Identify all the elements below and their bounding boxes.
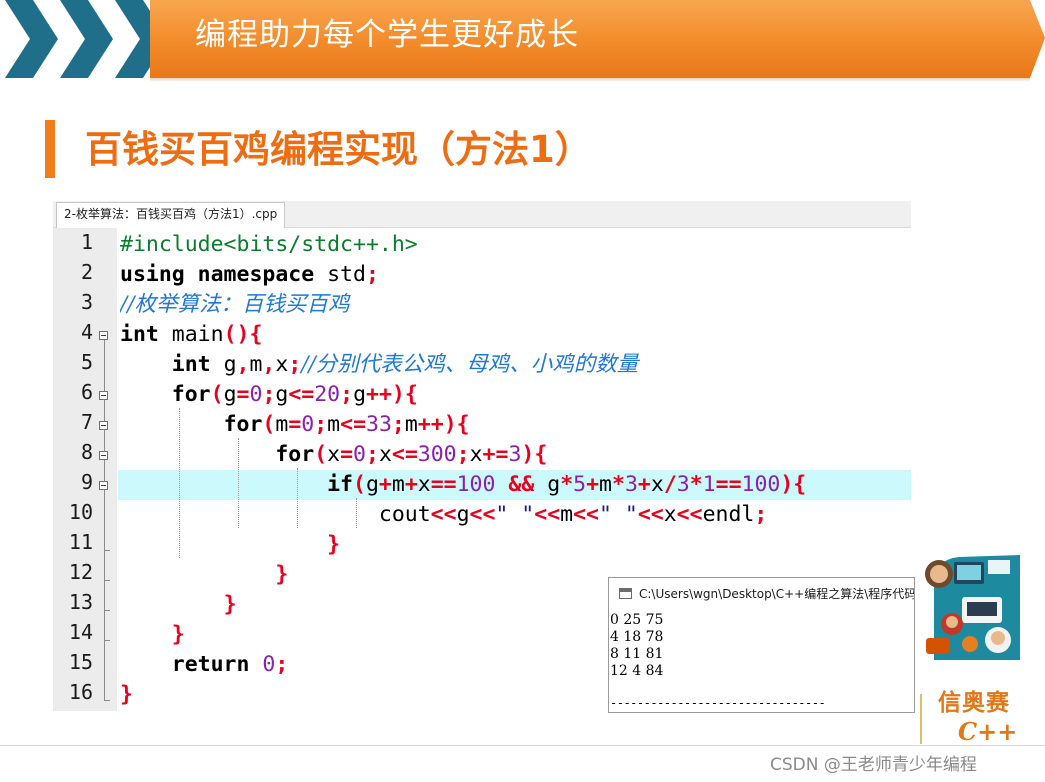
code-line-3: //枚举算法：百钱买百鸡 [120, 292, 350, 317]
code-line-15: return 0; [171, 652, 289, 677]
fold-end-marker [104, 550, 110, 551]
line-number: 9 [80, 470, 93, 494]
console-title: C:\Users\wgn\Desktop\C++编程之算法\程序代码 [639, 587, 914, 601]
fold-toggle-icon[interactable] [99, 421, 108, 430]
code-line-14: } [171, 622, 185, 647]
line-number: 12 [68, 560, 93, 584]
fold-end-marker [104, 640, 110, 641]
line-number: 5 [80, 350, 93, 374]
console-output: 0 25 75 4 18 78 8 11 81 12 4 84 [609, 612, 914, 680]
footer-divider [0, 745, 1045, 746]
header-banner-shadow [150, 78, 1030, 82]
fold-toggle-icon[interactable] [99, 451, 108, 460]
logo-divider [920, 694, 922, 744]
fold-end-marker [104, 700, 110, 701]
logo-cpp-text: C++ [958, 717, 1018, 746]
fold-end-marker [104, 580, 110, 581]
logo-text: 信奥赛 [938, 689, 1010, 716]
code-line-7: for(m=0;m<=33;m++){ [223, 412, 470, 437]
code-line-9: if(g+m+x==100 && g*5+m*3+x/3*1==100){ [327, 472, 807, 497]
console-window[interactable]: C:\Users\wgn\Desktop\C++编程之算法\程序代码 0 25 … [608, 577, 915, 713]
line-number: 16 [68, 680, 93, 704]
editor-file-tab[interactable]: 2-枚举算法：百钱买百鸡（方法1）.cpp [56, 202, 286, 228]
fold-toggle-icon[interactable] [99, 391, 108, 400]
line-number: 1 [80, 230, 93, 254]
line-number: 13 [68, 590, 93, 614]
code-line-2: using namespace std; [120, 262, 379, 287]
line-number: 6 [80, 380, 93, 404]
line-number: 14 [68, 620, 93, 644]
header-chevrons-icon [5, 0, 168, 78]
line-number: 4 [80, 320, 93, 344]
console-output-line: 8 11 81 [610, 646, 664, 662]
section-accent-bar [45, 120, 55, 178]
line-number: 15 [68, 650, 93, 674]
line-number: 7 [80, 410, 93, 434]
code-line-4: int main(){ [120, 322, 263, 347]
coding-students-illustration-icon [925, 555, 1020, 660]
line-number-gutter: 1 2 3 4 5 6 7 8 9 10 11 12 13 14 15 16 [53, 228, 117, 711]
code-line-10: cout<<g<<" "<<m<<" "<<x<<endl; [120, 502, 768, 527]
console-output-line: 12 4 84 [610, 663, 664, 679]
banner-title: 编程助力每个学生更好成长 [195, 17, 579, 53]
line-number: 10 [68, 500, 93, 524]
code-line-6: for(g=0;g<=20;g++){ [171, 382, 418, 407]
fold-toggle-icon[interactable] [99, 481, 108, 490]
console-output-line: 0 25 75 [610, 612, 664, 628]
console-titlebar[interactable]: C:\Users\wgn\Desktop\C++编程之算法\程序代码 [609, 578, 914, 608]
line-number: 2 [80, 260, 93, 284]
console-output-line: 4 18 78 [610, 629, 664, 645]
fold-toggle-icon[interactable] [99, 331, 108, 340]
code-line-13: } [223, 592, 237, 617]
code-line-1: #include<bits/stdc++.h> [120, 232, 418, 257]
code-line-12: } [275, 562, 289, 587]
code-line-5: int g,m,x;//分别代表公鸡、母鸡、小鸡的数量 [171, 352, 639, 377]
console-separator: -------------------------------- [610, 696, 826, 710]
section-title: 百钱买百鸡编程实现（方法1） [85, 128, 592, 171]
code-line-11: } [327, 532, 341, 557]
editor-tab-strip: 2-枚举算法：百钱买百鸡（方法1）.cpp [53, 201, 911, 228]
csdn-watermark: CSDN @王老师青少年编程 [770, 755, 977, 775]
console-window-icon [619, 588, 632, 599]
line-number: 8 [80, 440, 93, 464]
fold-end-marker [104, 610, 110, 611]
code-line-16: } [120, 682, 133, 707]
line-number: 3 [80, 290, 93, 314]
line-number: 11 [68, 530, 93, 554]
code-line-8: for(x=0;x<=300;x+=3){ [275, 442, 548, 467]
